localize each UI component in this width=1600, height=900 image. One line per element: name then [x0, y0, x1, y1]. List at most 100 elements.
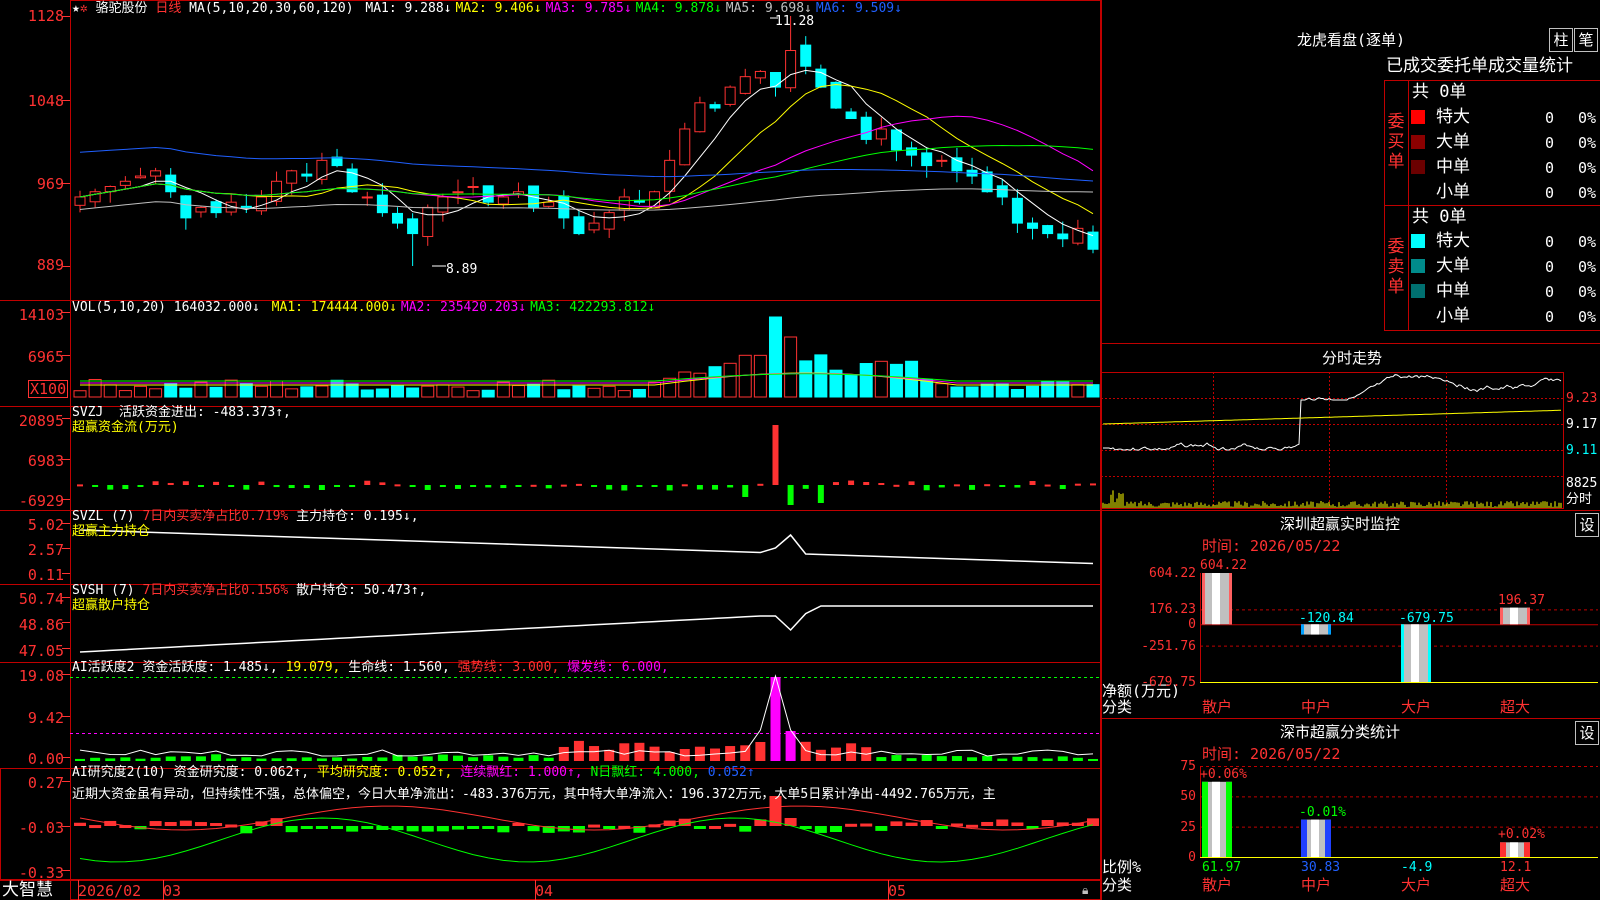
candle[interactable]	[104, 185, 116, 203]
volume-bar	[617, 390, 631, 398]
fund-flow-bar	[545, 485, 552, 489]
research-bar	[981, 821, 994, 826]
candle[interactable]	[255, 190, 267, 215]
candle[interactable]	[1042, 224, 1054, 239]
activity-bar	[332, 757, 343, 761]
candle[interactable]	[512, 182, 524, 198]
activity-bar	[921, 755, 932, 761]
ai2-pane-header: AI研究度2(10) 资金研究度: 0.062↑, 平均研究度: 0.052↑,…	[72, 765, 755, 780]
candle[interactable]	[422, 204, 434, 246]
activity-bar	[982, 755, 993, 761]
candle[interactable]	[407, 213, 419, 266]
candle[interactable]	[664, 149, 676, 202]
candle[interactable]	[603, 210, 615, 238]
star-icon[interactable]: ★	[72, 1, 80, 16]
candle[interactable]	[921, 147, 933, 178]
sz-class-title: 深市超赢分类统计	[1280, 723, 1401, 741]
candle[interactable]	[754, 70, 766, 84]
candle[interactable]	[286, 169, 298, 195]
candle[interactable]	[301, 162, 313, 182]
volume-bar	[285, 388, 299, 398]
candle[interactable]	[739, 68, 751, 95]
candle[interactable]	[860, 111, 872, 145]
svsh-hold: 散户持仓: 50.473↑,	[296, 583, 427, 598]
candle[interactable]	[210, 199, 222, 218]
svzj-label: SVZJ	[72, 405, 104, 420]
candle[interactable]	[89, 188, 101, 208]
fund-flow-bar	[273, 485, 280, 488]
candle[interactable]	[906, 141, 918, 167]
candle[interactable]	[679, 122, 691, 166]
volume-bar	[118, 390, 132, 398]
activity-bar	[1027, 757, 1038, 761]
candle[interactable]	[497, 194, 509, 209]
fund-flow-bar	[182, 481, 189, 485]
candle[interactable]	[996, 178, 1008, 206]
period-label[interactable]: 日线	[155, 1, 181, 16]
volume-bar	[889, 363, 903, 398]
candle[interactable]	[694, 96, 706, 133]
candle[interactable]	[467, 177, 479, 196]
lock-icon[interactable]: 🔒︎	[1082, 883, 1088, 897]
sz-class-settings-button[interactable]: 设	[1575, 721, 1599, 745]
fund-flow-bar	[107, 485, 114, 490]
ai1-strongline: 强势线: 3.000,	[457, 660, 560, 675]
candle[interactable]	[573, 210, 585, 236]
research-bar	[164, 821, 177, 826]
candle[interactable]	[1087, 225, 1099, 254]
candle[interactable]	[195, 205, 207, 218]
bar-mode-button[interactable]: 柱	[1549, 28, 1573, 52]
candle[interactable]	[815, 64, 827, 89]
candle[interactable]	[951, 147, 963, 183]
candle[interactable]	[361, 191, 373, 206]
candle[interactable]	[890, 128, 902, 162]
candle[interactable]	[134, 167, 146, 179]
volume-bar	[481, 389, 495, 398]
fund-flow-bar	[152, 481, 159, 485]
fund-flow-bar	[802, 485, 809, 489]
fund-flow-bar	[560, 484, 567, 487]
fund-flow-bar	[288, 485, 295, 489]
candle[interactable]	[392, 207, 404, 229]
candle[interactable]	[875, 117, 887, 146]
intraday-price-line	[1103, 374, 1562, 451]
fund-flow-bar	[92, 485, 99, 487]
candle[interactable]	[180, 195, 192, 230]
candle[interactable]	[709, 101, 721, 112]
candle[interactable]	[1027, 217, 1039, 240]
candle[interactable]	[724, 85, 736, 107]
fund-flow-bar	[379, 482, 386, 485]
fund-flow-bar	[439, 485, 446, 487]
candle[interactable]	[800, 36, 812, 75]
sz-monitor-settings-button[interactable]: 设	[1575, 513, 1599, 537]
fund-flow-bar	[515, 485, 522, 487]
candle[interactable]	[936, 155, 948, 167]
tick-mode-button[interactable]: 笔	[1574, 28, 1598, 52]
sz-class-change-2: -0.01%	[1299, 804, 1346, 820]
vol-unit-button[interactable]: X100	[28, 380, 69, 398]
candle[interactable]	[452, 179, 464, 205]
fund-flow-bar	[303, 485, 310, 489]
sz-class-category-3: 大户	[1401, 876, 1432, 894]
research-bar	[406, 826, 419, 832]
buy_rows-count-1: 0	[1544, 109, 1554, 127]
candle[interactable]	[769, 72, 781, 97]
candle[interactable]	[1011, 188, 1023, 233]
ai1-ytick-1: 19.08	[18, 667, 64, 685]
volume-bar	[511, 385, 525, 398]
candle[interactable]	[966, 157, 978, 185]
volume-bar	[768, 316, 782, 398]
fund-flow-bar	[243, 485, 250, 490]
candle[interactable]	[1072, 219, 1084, 246]
candle[interactable]	[845, 108, 857, 120]
svzl-ytick-2: 2.57	[27, 541, 64, 559]
candle[interactable]	[240, 193, 252, 214]
candle[interactable]	[633, 189, 645, 205]
ma-values: MA1: 9.288↓ MA2: 9.406↓ MA3: 9.785↓ MA4: 9.…	[361, 1, 902, 16]
sell_rows-swatch-1	[1411, 234, 1425, 248]
activity-bar	[1072, 757, 1083, 761]
research-bar	[361, 826, 374, 829]
candle[interactable]	[119, 176, 131, 189]
svzj-ytick-1: 20895	[18, 412, 64, 430]
settings-dot-icon[interactable]: ✲	[80, 1, 88, 16]
